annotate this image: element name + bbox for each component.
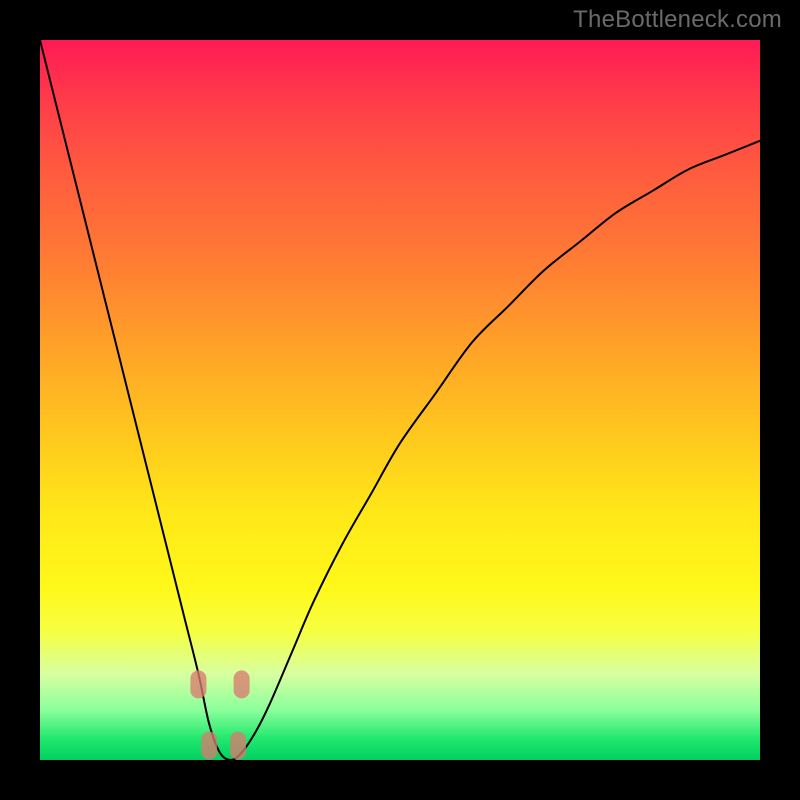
marker-group bbox=[190, 670, 249, 759]
curve-marker bbox=[230, 732, 246, 760]
watermark-text: TheBottleneck.com bbox=[573, 6, 782, 34]
plot-area bbox=[40, 40, 760, 760]
curve-marker bbox=[234, 670, 250, 698]
curve-svg bbox=[40, 40, 760, 760]
curve-marker bbox=[190, 670, 206, 698]
bottleneck-curve bbox=[40, 40, 760, 760]
chart-container: TheBottleneck.com bbox=[0, 0, 800, 800]
curve-marker bbox=[201, 732, 217, 760]
